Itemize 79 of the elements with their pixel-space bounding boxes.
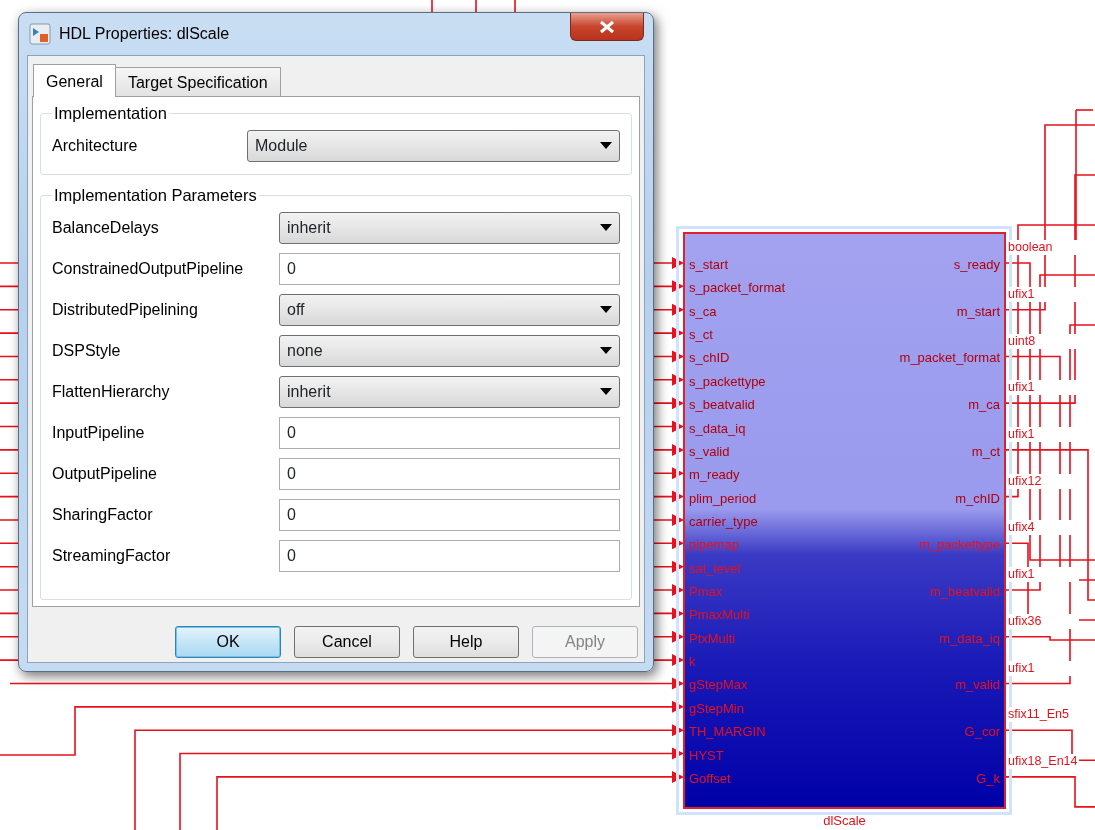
tab[interactable]: General (33, 64, 116, 97)
port-label: m_valid (955, 676, 1000, 695)
group-title: Implementation (53, 103, 168, 123)
input-field[interactable]: 0 (279, 498, 620, 531)
field-label: BalanceDelays (52, 217, 159, 238)
signal-type-label: uint8 (1008, 333, 1079, 349)
port-label: s_beatvalid (689, 396, 756, 415)
port-label: s_ready (953, 256, 1000, 274)
dropdown[interactable]: inherit (279, 211, 620, 244)
dialog-button[interactable]: Cancel (294, 626, 400, 658)
port-label: plim_period (689, 489, 758, 508)
field-label: DSPStyle (52, 340, 121, 361)
caret-icon (600, 347, 612, 354)
field-label: OutputPipeline (52, 463, 157, 484)
signal-type-label: boolean (1008, 240, 1079, 256)
port-label: m_data_iq (939, 629, 1000, 648)
tab[interactable]: Target Specification (114, 67, 281, 96)
input-field[interactable]: 0 (279, 416, 620, 449)
port-label: m_beatvalid (929, 583, 1000, 602)
port-label: m_packet_format (899, 349, 1000, 368)
port-label: m_ca (968, 396, 1000, 415)
field-label: InputPipeline (52, 422, 145, 443)
input-field[interactable]: 0 (279, 252, 620, 285)
input-field[interactable]: 0 (279, 539, 620, 572)
close-button[interactable] (570, 13, 644, 41)
close-icon (599, 19, 615, 34)
port-label: k (689, 653, 697, 672)
caret-icon (600, 224, 612, 231)
group-title: Implementation Parameters (53, 185, 258, 205)
dropdown[interactable]: off (279, 293, 620, 326)
port-label: s_valid (689, 442, 731, 461)
window-title: HDL Properties: dlScale (59, 24, 230, 44)
port-label: PmaxMulti (689, 606, 751, 625)
caret-icon (600, 142, 612, 149)
port-label: s_ct (689, 326, 714, 345)
port-label: TH_MARGIN (689, 723, 767, 742)
port-label: carrier_type (689, 512, 759, 531)
field-label: FlattenHierarchy (52, 381, 170, 402)
port-label: sat_level (689, 559, 742, 578)
port-label: HYST (689, 746, 725, 765)
field-label: StreamingFactor (52, 545, 171, 566)
caret-icon (600, 306, 612, 313)
port-label: s_data_iq (689, 419, 747, 438)
field-label: Architecture (52, 135, 138, 156)
port-label: m_ready (689, 466, 741, 485)
field-label: ConstrainedOutputPipeline (52, 258, 244, 279)
port-label: s_packet_format (689, 279, 786, 298)
block-name: dlScale (822, 812, 867, 830)
signal-type-label: ufix1 (1008, 286, 1079, 302)
dialog-button[interactable]: Help (413, 626, 519, 658)
port-label: m_packettype (919, 536, 1000, 555)
port-label: Pmax (689, 583, 724, 602)
dropdown[interactable]: Module (247, 129, 620, 162)
app-icon (29, 23, 51, 45)
port-label: pipemap (689, 536, 740, 555)
signal-type-label: ufix18_En14 (1008, 754, 1079, 770)
caret-icon (600, 388, 612, 395)
port-label: G_cor (964, 723, 1000, 742)
port-label: Goffset (689, 769, 732, 788)
port-label: s_ca (689, 302, 718, 321)
signal-type-label: ufix36 (1008, 613, 1079, 629)
field-label: DistributedPipelining (52, 299, 198, 320)
port-label: gStepMin (689, 699, 745, 718)
field-label: SharingFactor (52, 504, 153, 525)
port-label: G_k (976, 769, 1000, 788)
port-label: PtxMulti (689, 629, 737, 648)
dialog-button[interactable]: OK (175, 626, 281, 658)
port-label: s_chID (689, 349, 731, 368)
signal-type-label: ufix1 (1008, 380, 1079, 396)
port-label: s_packettype (689, 372, 767, 391)
port-label: m_start (956, 302, 1000, 321)
dropdown[interactable]: inherit (279, 375, 620, 408)
port-label: s_start (689, 256, 729, 274)
port-label: gStepMax (689, 676, 749, 695)
input-field[interactable]: 0 (279, 457, 620, 490)
dropdown[interactable]: none (279, 334, 620, 367)
port-label: m_ct (971, 442, 1000, 461)
signal-type-label: ufix1 (1008, 567, 1079, 583)
port-label: m_chID (955, 489, 1000, 508)
